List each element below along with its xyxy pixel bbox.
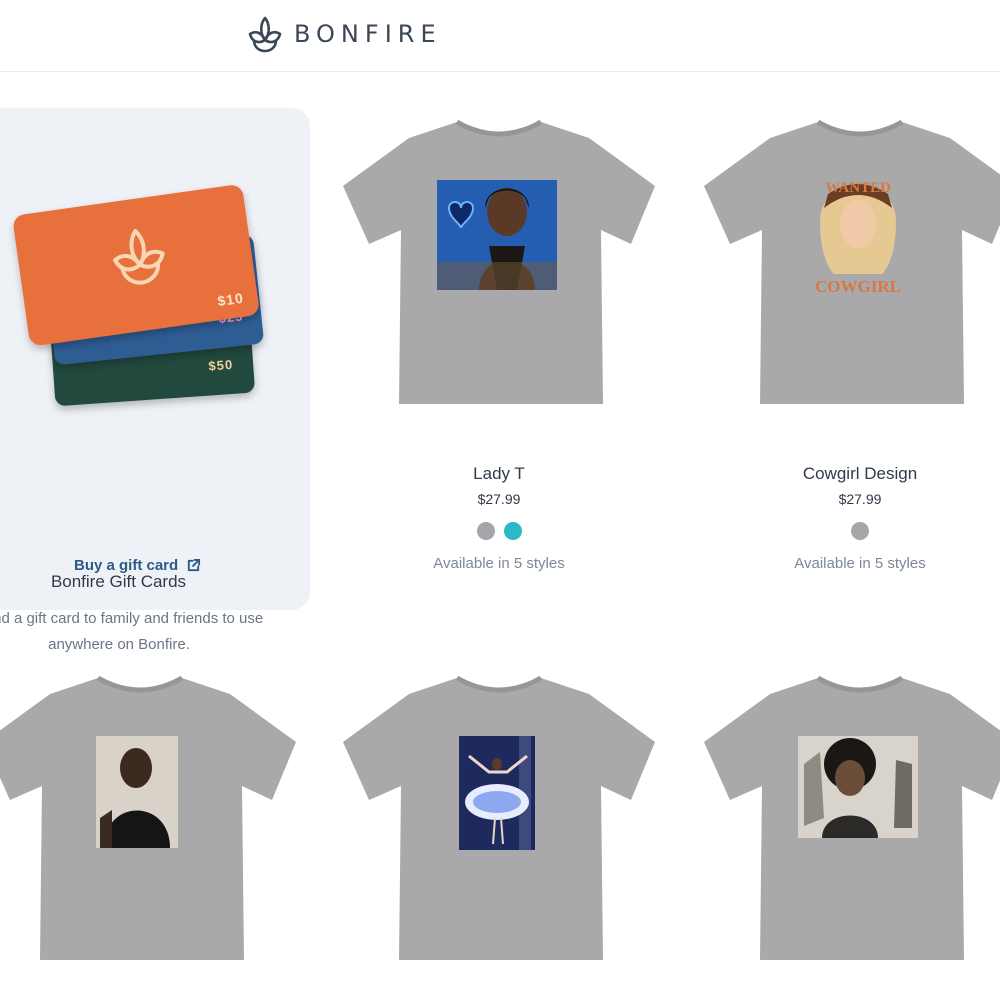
color-swatches	[700, 522, 1000, 540]
tshirt-image	[343, 675, 655, 960]
product-name[interactable]: Cowgirl Design	[700, 464, 1000, 484]
buy-gift-card-label: Buy a gift card	[74, 557, 179, 574]
gift-card-description: Send a gift card to family and friends t…	[0, 610, 264, 653]
tshirt-image	[704, 675, 1000, 960]
color-swatch-teal[interactable]	[503, 522, 522, 540]
brand-home-link[interactable]: BONFIRE	[248, 14, 442, 54]
gift-card-panel: $50 $25 $10 Bonfire Gift Cards Send a gi…	[0, 108, 310, 653]
external-link-icon	[188, 558, 201, 572]
brand-name: BONFIRE	[294, 20, 442, 48]
color-swatch-gray[interactable]	[476, 522, 495, 540]
afro-portrait-print	[798, 736, 918, 838]
lady-t-print	[437, 180, 557, 290]
cowgirl-print-bottom-text: COWGIRL	[815, 277, 901, 296]
site-header: BONFIRE	[0, 0, 1000, 72]
bonfire-lotus-logo-icon	[248, 16, 282, 53]
product-price: $27.99	[838, 491, 882, 507]
available-styles: Available in 5 styles	[433, 555, 565, 572]
tshirt-image	[343, 119, 655, 404]
ballerina-print	[459, 736, 535, 850]
color-swatches	[339, 522, 659, 540]
tshirt-image	[0, 675, 296, 960]
product-price: $27.99	[477, 491, 521, 507]
product-name[interactable]: Lady T	[339, 464, 659, 484]
gift-cards-illustration: $50 $25 $10	[13, 185, 264, 406]
portrait-man-print	[96, 736, 178, 848]
gift-card-title: Bonfire Gift Cards	[50, 572, 187, 591]
available-styles: Available in 5 styles	[794, 555, 926, 572]
buy-gift-card-link[interactable]: Buy a gift card	[74, 557, 201, 574]
tshirt-image: WANTED COWGIRL	[704, 119, 1000, 404]
gift-card-50-amount: $50	[208, 357, 234, 374]
cowgirl-print-top-text: WANTED	[825, 180, 891, 196]
cowgirl-print: WANTED COWGIRL	[815, 180, 901, 296]
color-swatch-gray[interactable]	[851, 522, 869, 540]
